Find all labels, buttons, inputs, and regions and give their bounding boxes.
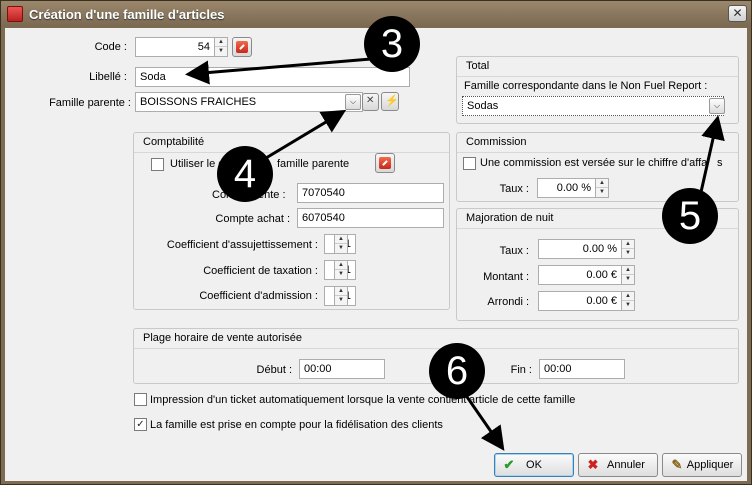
callout-4: 4 — [217, 146, 273, 202]
arrow-5 — [697, 115, 725, 202]
callout-3: 3 — [364, 16, 420, 72]
annotation-arrows — [185, 57, 725, 451]
arrow-4 — [260, 109, 347, 163]
callout-6: 6 — [429, 343, 485, 399]
callout-5: 5 — [662, 188, 718, 244]
dialog-window: Création d'une famille d'articles ✕ Code… — [0, 0, 752, 485]
arrow-3 — [185, 57, 372, 85]
